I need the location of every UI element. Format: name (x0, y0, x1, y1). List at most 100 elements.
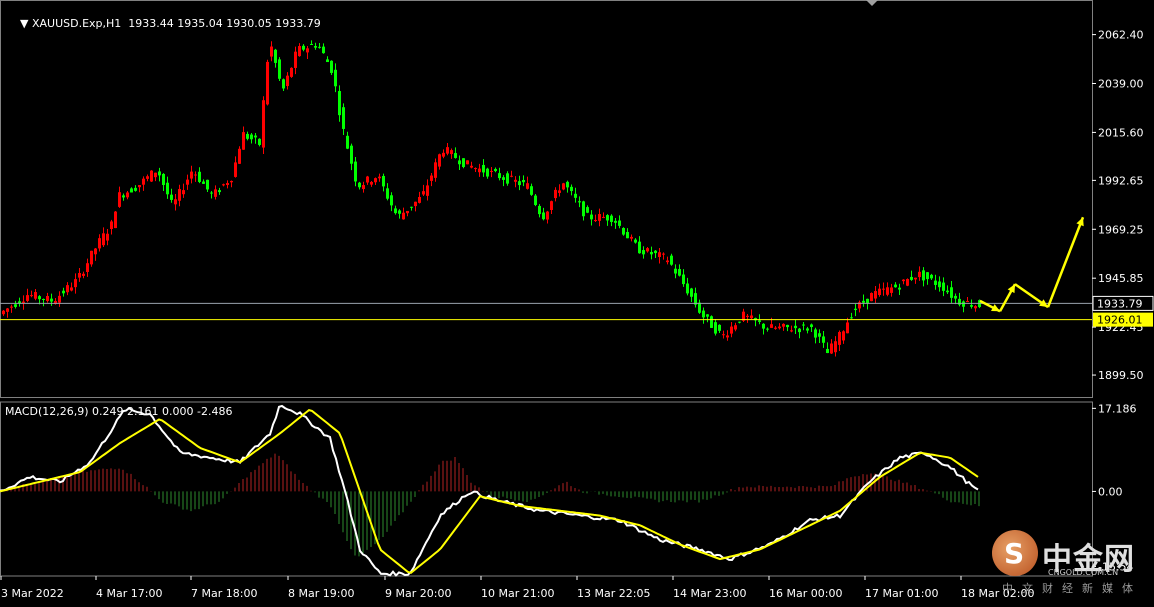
candle-body (662, 253, 665, 255)
candle-body (758, 320, 761, 322)
candle-body (162, 173, 165, 185)
candle-body (174, 199, 177, 205)
candle-body (826, 348, 829, 354)
candle-body (350, 145, 353, 164)
candle-body (894, 284, 897, 288)
candle-body (610, 215, 613, 222)
candle-body (574, 193, 577, 198)
candle-body (478, 168, 481, 173)
chart-root: 2062.40 2039.00 2015.60 1992.65 1969.25 1945.… (0, 0, 1154, 603)
projection-arrow (1046, 216, 1085, 308)
candle-body (950, 287, 953, 298)
candle-body (358, 182, 361, 188)
candle-body (310, 43, 313, 45)
candle-body (674, 268, 677, 274)
candle-body (454, 153, 457, 158)
candle-body (490, 170, 493, 172)
candle-body (690, 288, 693, 297)
candle-body (450, 150, 453, 155)
candle-body (934, 280, 937, 285)
candle-body (862, 300, 865, 303)
price-tick-label: 2062.40 (1098, 29, 1144, 42)
candle-body (730, 326, 733, 334)
candle-body (498, 173, 501, 179)
candle-body (210, 192, 213, 194)
candle-body (510, 175, 513, 177)
candle-body (414, 201, 417, 207)
candle-body (386, 188, 389, 199)
watermark-url: CNGOLD.COM.CN (1048, 568, 1119, 577)
candle-body (946, 290, 949, 293)
candle-body (254, 135, 257, 138)
candle-body (682, 274, 685, 285)
candle-body (426, 185, 429, 196)
candle-body (50, 298, 53, 302)
candle-body (746, 315, 749, 317)
candle-body (410, 206, 413, 208)
candle-body (938, 281, 941, 288)
collapse-triangle-icon[interactable]: ▼ (20, 17, 32, 30)
candle-body (482, 164, 485, 173)
candle-body (206, 179, 209, 190)
candle-body (90, 250, 93, 265)
candle-body (850, 317, 853, 319)
candle-body (62, 290, 65, 294)
candle-body (602, 216, 605, 218)
cngold-watermark: S 中金网 CNGOLD.COM.CN 中文财经新媒体 (992, 530, 1142, 598)
candle-body (78, 273, 81, 278)
candle-body (278, 59, 281, 79)
candle-body (874, 291, 877, 299)
candle-body (286, 75, 289, 87)
candle-body (82, 273, 85, 276)
candle-body (830, 343, 833, 354)
price-tick-label: 1992.65 (1098, 174, 1144, 187)
candle-body (782, 323, 785, 327)
candle-body (242, 132, 245, 150)
candle-body (2, 310, 5, 315)
candle-body (714, 322, 717, 334)
candle-body (650, 252, 653, 255)
candle-body (658, 252, 661, 257)
candle-body (170, 194, 173, 200)
candle-body (578, 201, 581, 203)
candle-body (710, 316, 713, 328)
candle-body (86, 263, 89, 272)
candle-body (258, 138, 261, 145)
candle-body (914, 277, 917, 280)
candle-body (226, 183, 229, 186)
candle-body (306, 48, 309, 53)
price-tick-label: 2015.60 (1098, 126, 1144, 139)
time-tick-label: 4 Mar 17:00 (96, 587, 162, 600)
candle-body (266, 61, 269, 105)
candle-body (142, 178, 145, 185)
candle-body (522, 179, 525, 183)
candle-body (778, 326, 781, 329)
candle-body (198, 171, 201, 182)
candle-body (126, 192, 129, 198)
candle-body (870, 293, 873, 302)
candle-body (10, 306, 13, 308)
candle-body (190, 171, 193, 179)
candle-body (326, 59, 329, 63)
candle-body (26, 295, 29, 301)
candle-body (334, 69, 337, 87)
candle-body (606, 215, 609, 221)
candle-body (734, 325, 737, 330)
candle-body (462, 158, 465, 167)
time-tick-label: 14 Mar 23:00 (673, 587, 746, 600)
candle-body (354, 161, 357, 182)
candle-body (338, 91, 341, 116)
candle-body (590, 214, 593, 220)
candle-body (402, 212, 405, 220)
candle-body (102, 233, 105, 246)
candle-body (330, 60, 333, 73)
candle-body (566, 181, 569, 188)
candle-body (470, 165, 473, 168)
candle-body (114, 211, 117, 229)
candle-body (318, 46, 321, 48)
macd-histogram (2, 453, 980, 557)
candle-body (954, 295, 957, 299)
candle-body (942, 282, 945, 291)
price-tick-label: 1899.50 (1098, 369, 1144, 382)
candle-body (718, 324, 721, 331)
